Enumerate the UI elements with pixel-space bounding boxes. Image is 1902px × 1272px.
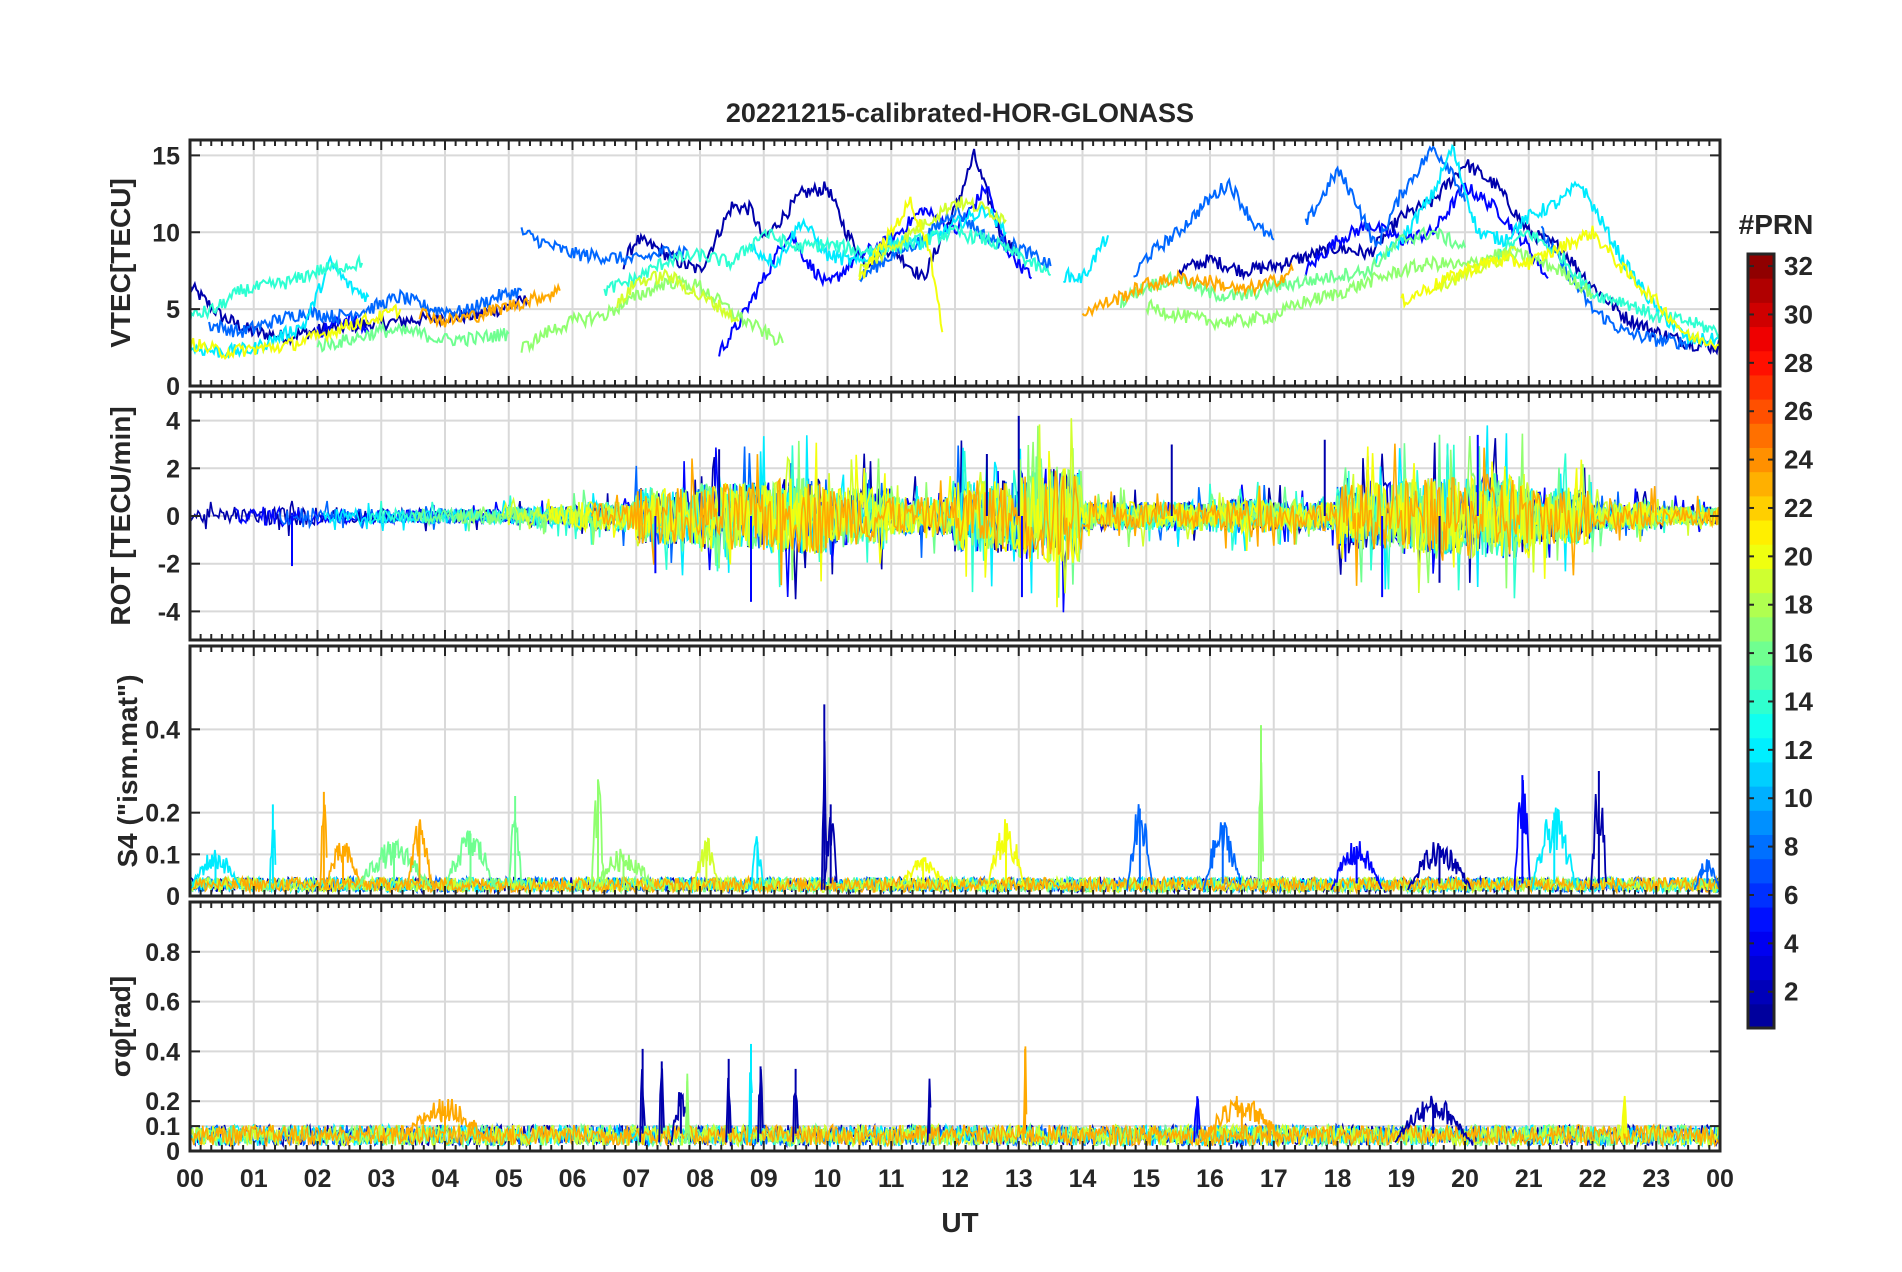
colorbar-band — [1748, 907, 1774, 932]
colorbar-tick-label: 26 — [1784, 396, 1813, 426]
colorbar-tick-label: 2 — [1784, 977, 1798, 1007]
y-tick-label: 0.2 — [145, 1088, 180, 1116]
colorbar-tick-label: 12 — [1784, 735, 1813, 765]
colorbar-tick-label: 6 — [1784, 880, 1798, 910]
x-tick-label: 10 — [814, 1165, 842, 1193]
panel-3: 0 0.1 0.2 0.4S4 ("ism.mat") — [112, 644, 1722, 911]
colorbar-tick-label: 32 — [1784, 251, 1813, 281]
y-tick-label: 0.4 — [145, 1038, 180, 1066]
colorbar-tick-label: 14 — [1784, 686, 1813, 716]
colorbar-band — [1748, 955, 1774, 981]
y-tick-label: 0.8 — [145, 939, 180, 967]
figure-title: 20221215-calibrated-HOR-GLONASS — [726, 98, 1194, 128]
x-tick-label: 15 — [1132, 1165, 1160, 1193]
colorbar-band — [1748, 761, 1774, 787]
y-tick-label: -2 — [158, 551, 180, 579]
colorbar-band — [1748, 810, 1774, 835]
panel-4: 00.10.2 0.4 0.6 0.8 σφ[rad] 00 01 02 03 04 05 06 07 0… — [105, 900, 1734, 1193]
colorbar-band — [1748, 471, 1774, 497]
x-tick-label: 13 — [1005, 1165, 1033, 1193]
y-tick-label: 0.1 — [145, 1113, 180, 1141]
colorbar-tick-label: 16 — [1784, 638, 1813, 668]
y-tick-label: 0 — [166, 373, 180, 401]
colorbar-tick-label: 22 — [1784, 493, 1813, 523]
x-tick-label: 20 — [1451, 1165, 1479, 1193]
y-tick-label: 0 — [166, 503, 180, 531]
y-tick-label: 4 — [166, 408, 180, 436]
colorbar-band — [1748, 326, 1774, 352]
colorbar-tick-label: 30 — [1784, 299, 1813, 329]
y-tick-label: 10 — [152, 219, 180, 247]
colorbar-title: #PRN — [1739, 209, 1814, 240]
y-tick-label: 0.1 — [145, 841, 180, 869]
colorbar-band — [1748, 713, 1774, 739]
colorbar-band — [1748, 278, 1774, 303]
colorbar-tick-label: 4 — [1784, 928, 1799, 958]
x-tick-label: 05 — [495, 1165, 523, 1193]
colorbar-tick-label: 8 — [1784, 832, 1798, 862]
x-axis-label: UT — [941, 1207, 978, 1238]
x-tick-label: 16 — [1196, 1165, 1224, 1193]
x-tick-label: 00 — [176, 1165, 204, 1193]
y-axis-label: ROT [TECU/min] — [105, 406, 136, 625]
y-axis-label: σφ[rad] — [105, 976, 136, 1077]
x-tick-label: 02 — [304, 1165, 332, 1193]
panels: 051015VTEC[TECU]-4-2024ROT [TECU/min]00.… — [105, 138, 1734, 1193]
colorbar-band — [1748, 568, 1774, 594]
x-tick-label: 11 — [878, 1165, 905, 1193]
y-tick-label: 0 — [166, 1138, 180, 1166]
x-tick-label: 19 — [1387, 1165, 1415, 1193]
x-tick-label: 07 — [622, 1165, 650, 1193]
x-tick-label: 08 — [686, 1165, 714, 1193]
y-tick-label: 2 — [166, 455, 180, 483]
y-tick-label: 15 — [152, 142, 180, 170]
y-axis-label: VTEC[TECU] — [105, 178, 136, 348]
y-axis-label: S4 ("ism.mat") — [112, 674, 143, 867]
y-tick-label: 0.4 — [145, 716, 180, 744]
x-tick-label: 22 — [1579, 1165, 1607, 1193]
colorbar-tick-label: 28 — [1784, 348, 1813, 378]
colorbar-band — [1748, 374, 1774, 400]
colorbar-band — [1748, 665, 1774, 690]
x-tick-label: 04 — [431, 1165, 459, 1193]
colorbar-tick-label: 18 — [1784, 590, 1813, 620]
panel-1: 0 5 10 15 VTEC[TECU] — [105, 138, 1722, 401]
colorbar-tick-label: 20 — [1784, 541, 1813, 571]
y-tick-label: 0.6 — [145, 989, 180, 1017]
x-tick-label: 17 — [1260, 1165, 1288, 1193]
figure: 20221215-calibrated-HOR-GLONASS 051015VT… — [0, 0, 1902, 1272]
y-tick-label: -4 — [158, 598, 180, 626]
x-tick-label: 01 — [240, 1165, 268, 1193]
colorbar-band — [1748, 1003, 1774, 1029]
x-tick-label: 21 — [1515, 1165, 1543, 1193]
colorbar-band — [1748, 520, 1774, 545]
x-tick-label: 12 — [941, 1165, 969, 1193]
x-tick-label: 18 — [1324, 1165, 1352, 1193]
colorbar-band — [1748, 616, 1774, 642]
x-tick-label: 06 — [559, 1165, 587, 1193]
panel-2: -4 -2 0 2 4 ROT [TECU/min] — [105, 390, 1722, 642]
x-tick-label: 09 — [750, 1165, 778, 1193]
colorbar-tick-label: 24 — [1784, 445, 1813, 475]
x-tick-label: 03 — [367, 1165, 395, 1193]
x-tick-label: 23 — [1642, 1165, 1670, 1193]
colorbar-band — [1748, 858, 1774, 884]
y-tick-label: 0 — [166, 883, 180, 911]
y-tick-label: 0.2 — [145, 800, 180, 828]
colorbar-tick-label: 10 — [1784, 783, 1813, 813]
colorbar-band — [1748, 423, 1774, 448]
x-tick-label: 00 — [1706, 1165, 1734, 1193]
x-tick-label: 14 — [1069, 1165, 1097, 1193]
y-tick-label: 5 — [166, 296, 180, 324]
